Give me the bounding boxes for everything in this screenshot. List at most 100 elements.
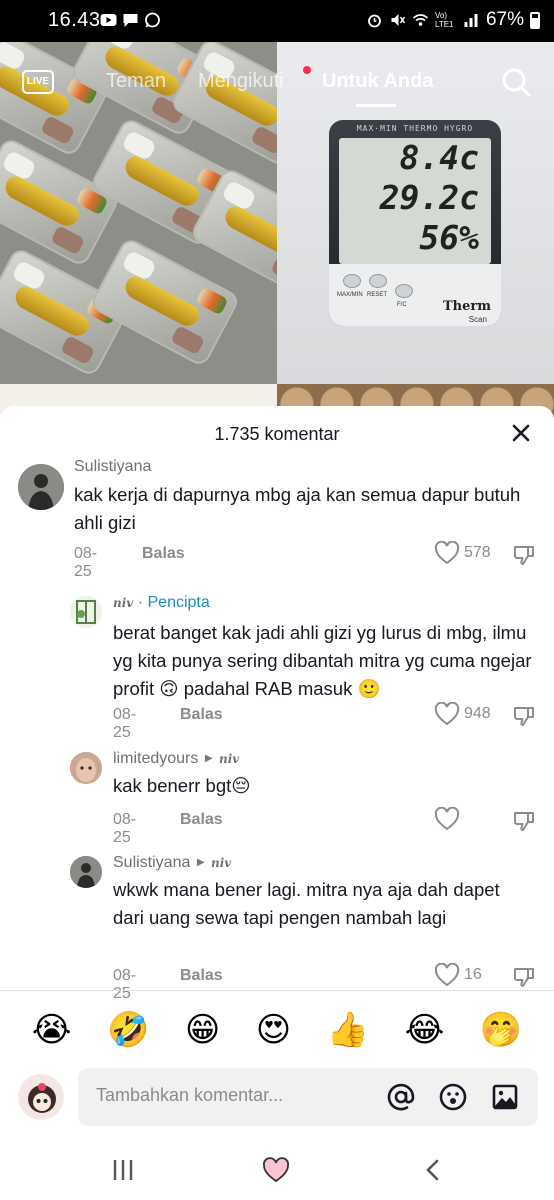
heart-icon bbox=[434, 807, 460, 831]
avatar[interactable] bbox=[70, 856, 102, 888]
avatar[interactable] bbox=[70, 752, 102, 784]
like-count: 948 bbox=[464, 705, 491, 722]
creator-badge: · Pencipta bbox=[137, 594, 210, 611]
dislike-icon[interactable] bbox=[512, 704, 536, 728]
wifi-icon bbox=[412, 14, 428, 26]
avatar[interactable] bbox=[18, 464, 64, 510]
comment-username-row: limitedyours ▶ niv bbox=[113, 750, 239, 768]
youtube-icon bbox=[100, 14, 117, 26]
thermometer-reading-3: 56% bbox=[419, 218, 479, 257]
system-icons: Vo) LTE1 67% bbox=[366, 9, 540, 31]
thermometer-reading-1: 8.4c bbox=[399, 138, 479, 177]
comment-username[interactable]: Sulistiyana bbox=[113, 854, 190, 871]
reply-button[interactable]: Balas bbox=[180, 811, 223, 829]
emoji-grin-button[interactable]: 😁 bbox=[185, 1004, 220, 1056]
thermometer-brand: Therm bbox=[442, 299, 491, 314]
network-label: Vo) LTE1 bbox=[434, 11, 454, 29]
home-heart-icon[interactable] bbox=[261, 1156, 291, 1184]
comment-text: berat banget kak jadi ahli gizi yg lurus… bbox=[113, 622, 532, 699]
emoji-hand-over-mouth-button[interactable]: 🤭 bbox=[480, 1004, 522, 1056]
reply-button[interactable]: Balas bbox=[180, 706, 223, 724]
signal-icon bbox=[464, 14, 478, 27]
reply-arrow-icon: ▶ bbox=[204, 753, 213, 764]
reply-arrow-icon: ▶ bbox=[196, 857, 205, 868]
emoji-picker-icon[interactable] bbox=[438, 1082, 468, 1112]
like-button[interactable]: 578 bbox=[434, 541, 491, 565]
dislike-icon[interactable] bbox=[512, 809, 536, 833]
heart-icon bbox=[434, 963, 460, 987]
thermometer-device: MAX·MIN THERMO HYGRO 8.4c 29.2c 56% MAX/… bbox=[329, 120, 501, 326]
comment-username-row: niv · Pencipta bbox=[113, 594, 210, 612]
tab-teman[interactable]: Teman bbox=[106, 70, 166, 93]
emoji-rofl-button[interactable]: 🤣 bbox=[107, 1004, 149, 1056]
status-time: 16.43 bbox=[48, 9, 101, 31]
battery-icon bbox=[530, 11, 540, 29]
thermometer-button-1: MAX/MIN bbox=[337, 292, 363, 298]
comment-text: kak benerr bgt😔 bbox=[113, 775, 251, 796]
comment-input-placeholder: Tambahkan komentar... bbox=[96, 1085, 284, 1105]
tab-mengikuti[interactable]: Mengikuti bbox=[198, 70, 284, 93]
thermometer-button-3: F/C bbox=[397, 302, 407, 308]
like-button[interactable] bbox=[434, 807, 464, 831]
back-icon[interactable] bbox=[418, 1156, 448, 1184]
like-count: 16 bbox=[464, 966, 482, 983]
comment-input-bar: Tambahkan komentar... bbox=[16, 1068, 538, 1126]
comment-date: 08-25 bbox=[113, 811, 137, 846]
live-button[interactable]: LIVE bbox=[22, 70, 54, 94]
reply-to-username[interactable]: niv bbox=[219, 752, 239, 766]
dislike-icon[interactable] bbox=[512, 543, 536, 567]
emoji-heart-eyes-button[interactable]: 😍 bbox=[256, 1004, 291, 1056]
reply-button[interactable]: Balas bbox=[180, 967, 223, 985]
comment-username[interactable]: niv bbox=[113, 596, 133, 610]
divider bbox=[0, 990, 554, 991]
thermometer-screen: 8.4c 29.2c 56% bbox=[339, 138, 491, 264]
system-nav-bar bbox=[0, 1140, 554, 1200]
message-icon bbox=[123, 14, 138, 27]
close-icon[interactable] bbox=[508, 420, 534, 446]
emoji-crying-button[interactable]: 😭 bbox=[32, 1004, 72, 1056]
thermometer-reading-2: 29.2c bbox=[379, 178, 479, 217]
thermometer-header: MAX·MIN THERMO HYGRO bbox=[356, 124, 474, 133]
reply-to-username[interactable]: niv bbox=[211, 856, 231, 870]
comment-date: 08-25 bbox=[113, 706, 137, 741]
person-silhouette-icon bbox=[70, 856, 102, 888]
window-plant-icon bbox=[70, 596, 102, 628]
emoji-thumbs-up-button[interactable]: 👍 bbox=[327, 1004, 369, 1056]
like-button[interactable]: 16 bbox=[434, 963, 482, 987]
person-silhouette-icon bbox=[18, 464, 64, 510]
notification-icons bbox=[100, 12, 161, 28]
heart-icon bbox=[434, 541, 460, 565]
dislike-icon[interactable] bbox=[512, 965, 536, 989]
heart-icon bbox=[434, 702, 460, 726]
like-count: 578 bbox=[464, 544, 491, 561]
thermometer-button-2: RESET bbox=[367, 292, 388, 298]
battery-percent: 67% bbox=[485, 9, 524, 30]
comments-count-title: 1.735 komentar bbox=[214, 424, 340, 444]
tab-untuk-anda[interactable]: Untuk Anda bbox=[322, 70, 433, 93]
comment-date: 08-25 bbox=[74, 545, 98, 580]
alarm-icon bbox=[368, 14, 381, 28]
comment-username[interactable]: limitedyours bbox=[113, 750, 198, 767]
comment-text: wkwk mana bener lagi. mitra nya aja dah … bbox=[113, 879, 500, 928]
avatar[interactable] bbox=[70, 596, 102, 628]
comment-username[interactable]: Sulistiyana bbox=[74, 458, 151, 476]
emoji-joy-button[interactable]: 😂 bbox=[405, 1004, 445, 1056]
comment-text: kak kerja di dapurnya mbg aja kan semua … bbox=[74, 484, 521, 533]
image-upload-icon[interactable] bbox=[490, 1082, 520, 1112]
new-content-dot bbox=[303, 66, 311, 74]
my-avatar bbox=[18, 1074, 64, 1120]
recent-apps-icon[interactable] bbox=[108, 1156, 138, 1184]
like-button[interactable]: 948 bbox=[434, 702, 491, 726]
thermometer-brand-sub: Scan bbox=[468, 315, 487, 324]
search-icon[interactable] bbox=[500, 66, 532, 98]
comment-input[interactable]: Tambahkan komentar... bbox=[78, 1068, 538, 1126]
face-avatar-icon bbox=[70, 752, 102, 784]
top-nav: LIVE Teman Mengikuti Untuk Anda bbox=[0, 58, 554, 108]
comment-username-row: Sulistiyana ▶ niv bbox=[113, 854, 231, 872]
mute-icon bbox=[391, 14, 406, 26]
reply-button[interactable]: Balas bbox=[142, 545, 185, 563]
cartoon-avatar-icon bbox=[19, 1075, 63, 1119]
mention-icon[interactable] bbox=[386, 1082, 416, 1112]
whatsapp-icon bbox=[145, 12, 160, 28]
thermometer-base: MAX/MIN RESET F/C Therm Scan bbox=[329, 264, 501, 326]
